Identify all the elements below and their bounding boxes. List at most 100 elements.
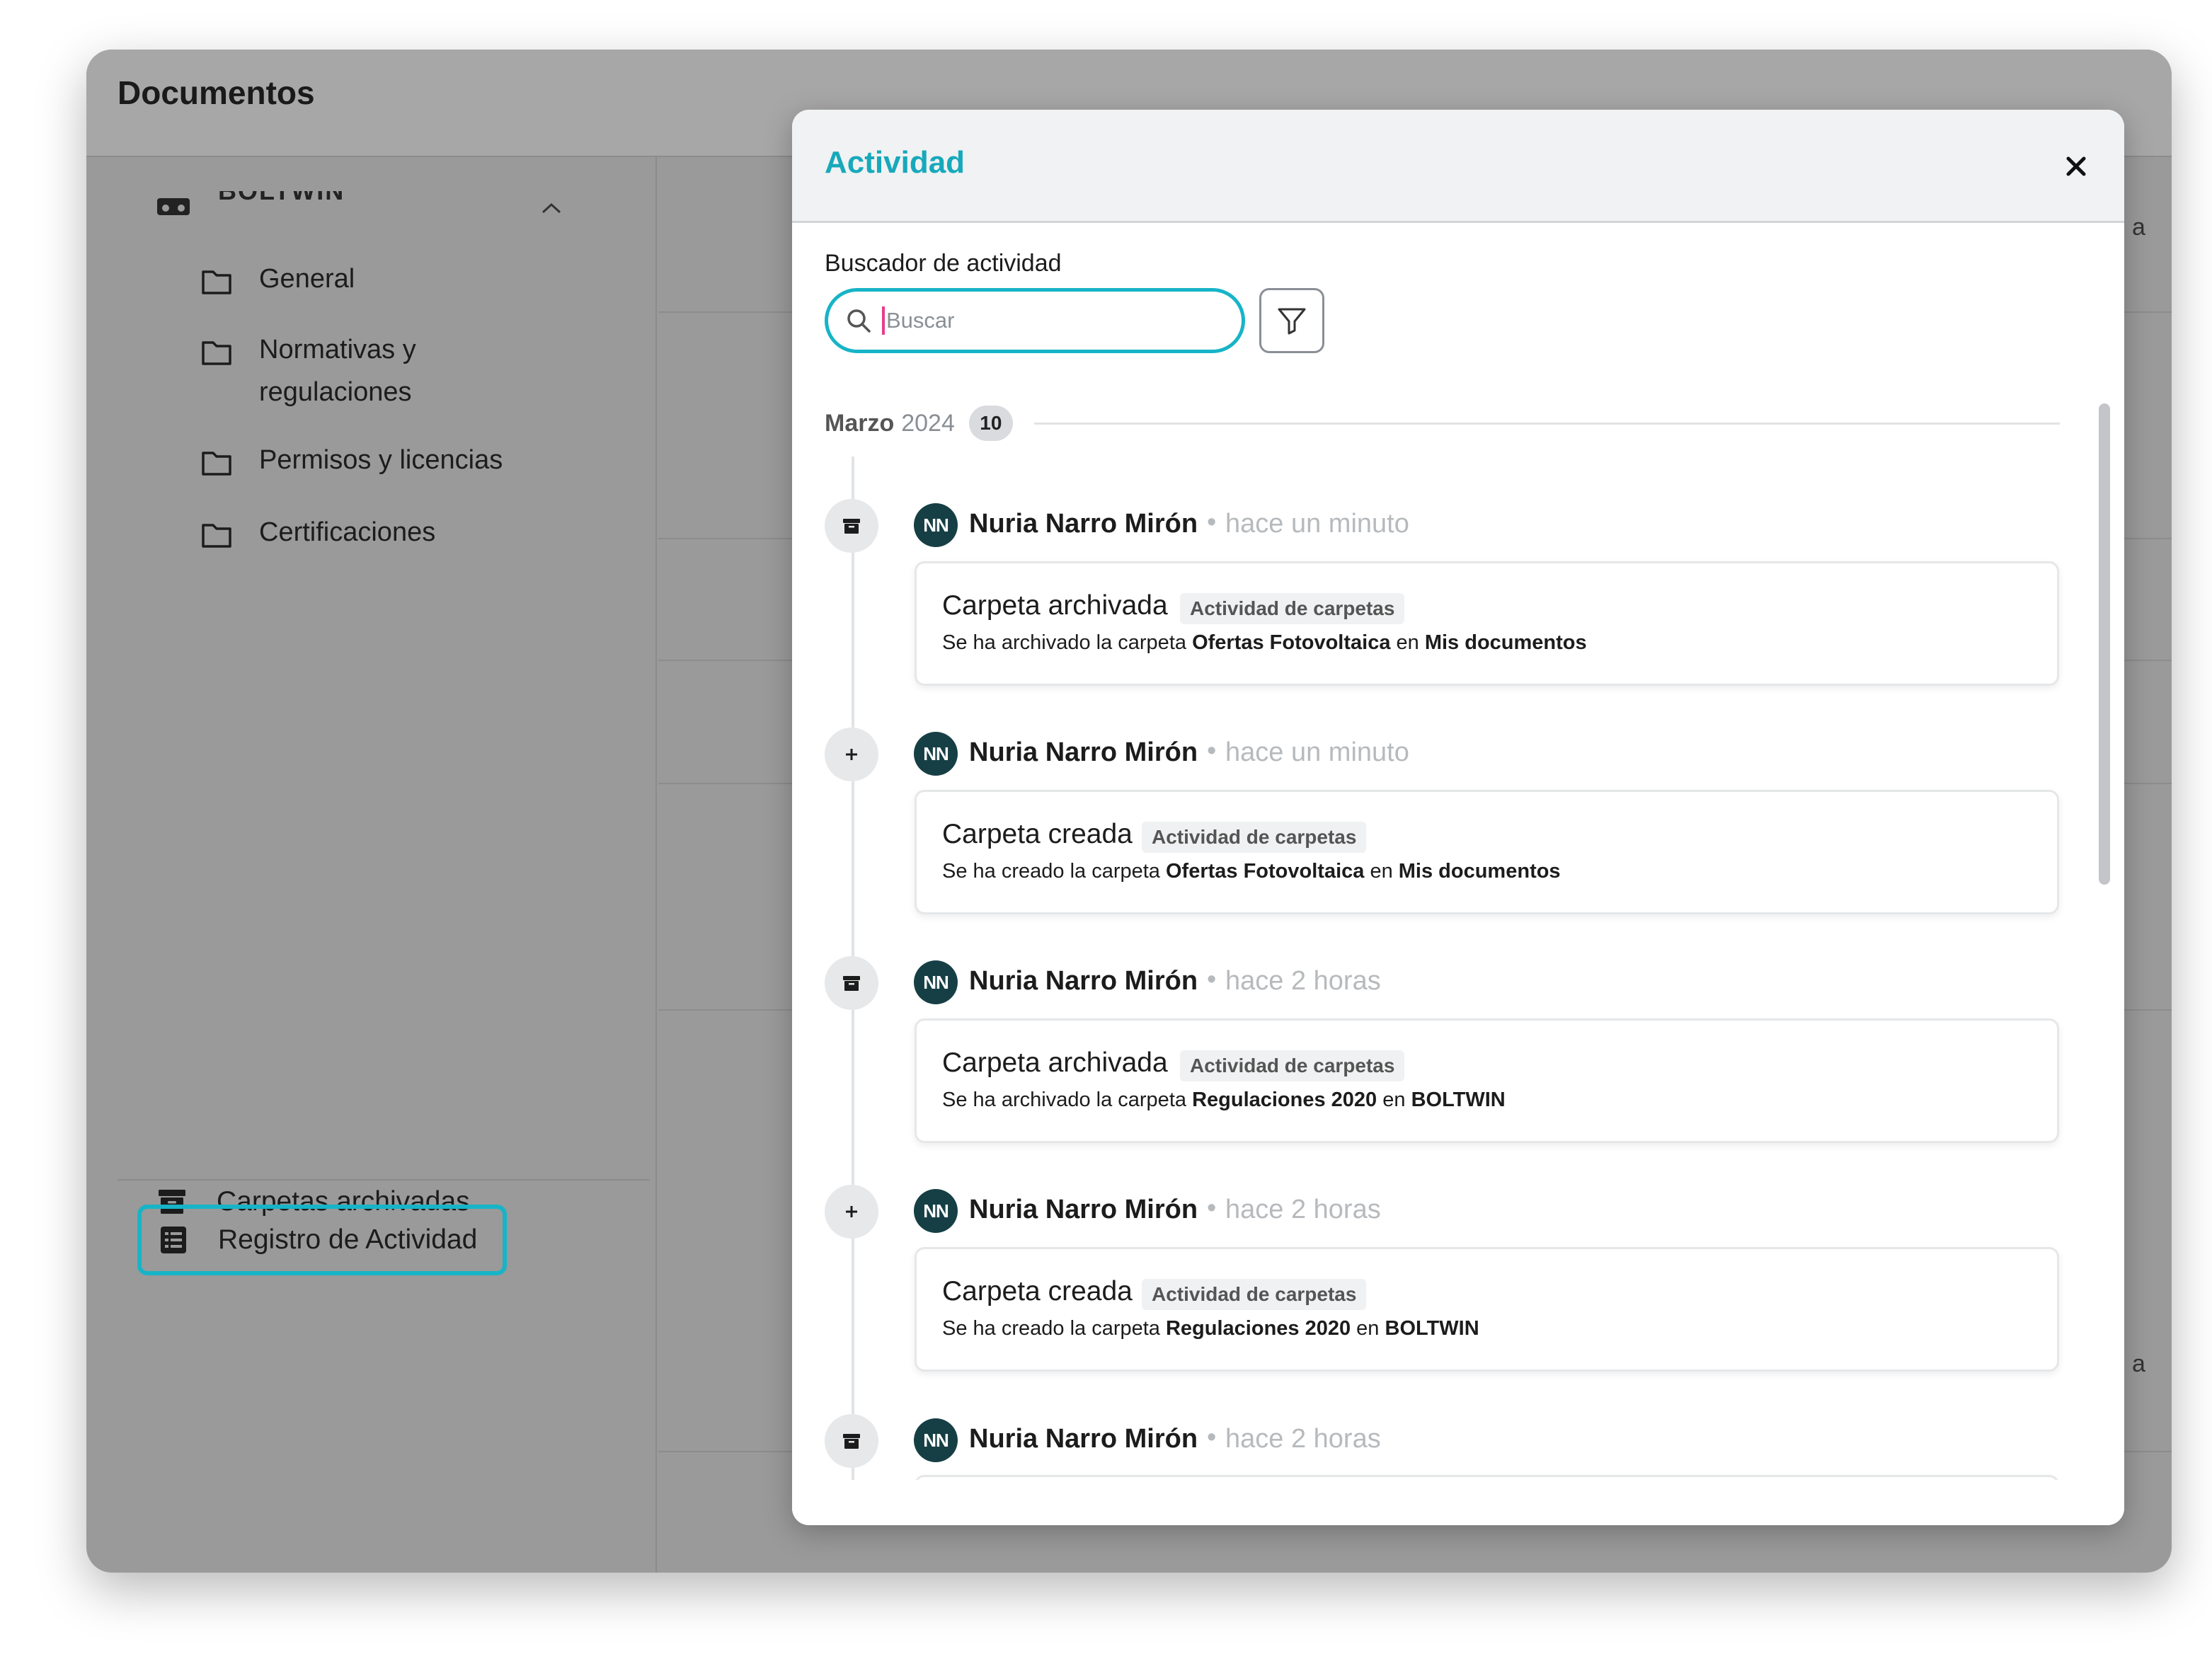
- category-tag: Actividad de carpetas: [1180, 593, 1405, 624]
- activity-description: Se ha creado la carpeta Ofertas Fotovolt…: [942, 860, 1561, 883]
- scrollbar-thumb[interactable]: [2099, 403, 2110, 885]
- folder-permisos[interactable]: Permisos y licencias: [201, 445, 503, 481]
- folder-label: Permisos y licencias: [259, 445, 503, 475]
- user-name[interactable]: Nuria Narro Mirón: [969, 966, 1198, 997]
- archive-marker: [825, 1414, 878, 1468]
- separator: •: [1207, 736, 1217, 766]
- location-name: Mis documentos: [1424, 631, 1587, 654]
- timestamp: hace un minuto: [1225, 737, 1409, 767]
- activity-title: Carpeta archivada: [942, 1047, 1168, 1078]
- separator: •: [1207, 965, 1217, 994]
- modal-header: Actividad: [792, 110, 2124, 223]
- folder-icon: [202, 452, 231, 476]
- timestamp: hace un minuto: [1225, 509, 1409, 539]
- activity-entry: NN Nuria Narro Mirón • hace un minuto Ca…: [792, 728, 2080, 940]
- desc-text: Se ha creado la carpeta: [942, 860, 1166, 883]
- user-name[interactable]: Nuria Narro Mirón: [969, 1195, 1198, 1225]
- archive-marker: [825, 499, 878, 553]
- folder-name: Ofertas Fotovoltaica: [1165, 860, 1365, 883]
- search-label: Buscador de actividad: [825, 250, 1062, 277]
- workspace-icon: [157, 198, 190, 215]
- workspace-name[interactable]: BOLTWIN: [218, 191, 345, 201]
- timestamp: hace 2 horas: [1225, 1424, 1381, 1454]
- archive-icon: [843, 976, 860, 991]
- avatar[interactable]: NN: [914, 503, 958, 547]
- folder-icon: [202, 524, 231, 548]
- folder-icon: [202, 270, 231, 294]
- desc-text: Se ha archivado la carpeta: [942, 1089, 1193, 1111]
- activity-modal: Actividad Buscador de actividad Marzo 20…: [792, 110, 2124, 1525]
- desc-text: en: [1390, 631, 1425, 654]
- background-text: a: [2132, 1350, 2145, 1377]
- month-header: Marzo 2024 10: [825, 406, 2060, 441]
- avatar[interactable]: NN: [914, 960, 958, 1004]
- category-tag: Actividad de carpetas: [1142, 1279, 1367, 1310]
- activity-title: Carpeta creada: [942, 1276, 1133, 1306]
- desc-text: en: [1351, 1317, 1385, 1340]
- month-label: Marzo: [825, 409, 895, 437]
- desc-text: Se ha creado la carpeta: [942, 1317, 1166, 1340]
- folder-label: Certificaciones: [259, 517, 436, 547]
- activity-entry: NN Nuria Narro Mirón • hace un minuto Ca…: [792, 499, 2080, 711]
- chevron-up-icon[interactable]: [541, 202, 562, 214]
- activity-card[interactable]: Carpeta creada Actividad de carpetas Se …: [915, 790, 2059, 914]
- sidebar: BOLTWIN General Normativas y regulaciones…: [86, 157, 657, 1573]
- avatar[interactable]: NN: [914, 1418, 958, 1462]
- activity-card[interactable]: Carpeta archivada Actividad de carpetas …: [915, 1018, 2059, 1143]
- activity-card[interactable]: Carpeta archivada Actividad de carpetas …: [915, 561, 2059, 686]
- search-icon: [847, 309, 871, 333]
- folder-general[interactable]: General: [201, 264, 355, 300]
- activity-description: Se ha archivado la carpeta Ofertas Fotov…: [942, 631, 1587, 655]
- separator: •: [1207, 507, 1217, 537]
- timestamp: hace 2 horas: [1225, 966, 1381, 996]
- create-marker: [825, 728, 878, 781]
- category-tag: Actividad de carpetas: [1142, 822, 1367, 853]
- location-name: BOLTWIN: [1385, 1317, 1479, 1340]
- activity-title: Carpeta archivada: [942, 590, 1168, 621]
- folder-name: Regulaciones 2020: [1165, 1317, 1351, 1340]
- user-name[interactable]: Nuria Narro Mirón: [969, 509, 1198, 539]
- user-name[interactable]: Nuria Narro Mirón: [969, 1424, 1198, 1454]
- avatar[interactable]: NN: [914, 1189, 958, 1233]
- activity-title: Carpeta creada: [942, 819, 1133, 849]
- separator: •: [1207, 1423, 1217, 1452]
- activity-description: Se ha archivado la carpeta Regulaciones …: [942, 1089, 1506, 1112]
- search-input[interactable]: [886, 308, 1212, 333]
- desc-text: en: [1364, 860, 1399, 883]
- list-icon: [161, 1227, 186, 1253]
- sidebar-item-label: Registro de Actividad: [218, 1224, 478, 1255]
- plus-icon: [846, 1206, 857, 1217]
- filter-button[interactable]: [1259, 288, 1324, 353]
- timestamp: hace 2 horas: [1225, 1195, 1381, 1224]
- category-tag: Actividad de carpetas: [1180, 1050, 1405, 1081]
- archive-icon: [843, 1434, 860, 1449]
- archive-icon: [843, 519, 860, 534]
- year-label: 2024: [901, 409, 955, 437]
- activity-description: Se ha creado la carpeta Regulaciones 202…: [942, 1317, 1479, 1340]
- location-name: Mis documentos: [1398, 860, 1561, 883]
- folder-icon: [202, 341, 231, 365]
- close-icon[interactable]: [2056, 147, 2096, 186]
- sidebar-item-activity-log[interactable]: Registro de Actividad: [137, 1205, 507, 1275]
- page-title: Documentos: [118, 74, 315, 111]
- user-name[interactable]: Nuria Narro Mirón: [969, 737, 1198, 768]
- folder-certificaciones[interactable]: Certificaciones: [201, 517, 435, 553]
- search-box[interactable]: [825, 288, 1245, 353]
- desc-text: Se ha archivado la carpeta: [942, 631, 1193, 654]
- avatar[interactable]: NN: [914, 732, 958, 776]
- folder-name: Ofertas Fotovoltaica: [1192, 631, 1391, 654]
- folder-name: Regulaciones 2020: [1192, 1089, 1377, 1111]
- month-divider: [1033, 422, 2060, 425]
- activity-entry: NN Nuria Narro Mirón • hace 2 horas Carp…: [792, 1185, 2080, 1397]
- count-badge: 10: [968, 406, 1013, 441]
- folder-label: General: [259, 264, 355, 294]
- activity-entry: NN Nuria Narro Mirón • hace 2 horas Carp…: [792, 956, 2080, 1168]
- text-cursor: [882, 306, 885, 335]
- plus-icon: [846, 749, 857, 760]
- desc-text: en: [1377, 1089, 1411, 1111]
- activity-card[interactable]: Carpeta creada Actividad de carpetas Se …: [915, 1247, 2059, 1372]
- folder-label-line-2: regulaciones: [259, 377, 412, 407]
- folder-normativas[interactable]: Normativas y regulaciones: [201, 335, 416, 413]
- create-marker: [825, 1185, 878, 1239]
- background-text: a: [2132, 214, 2145, 241]
